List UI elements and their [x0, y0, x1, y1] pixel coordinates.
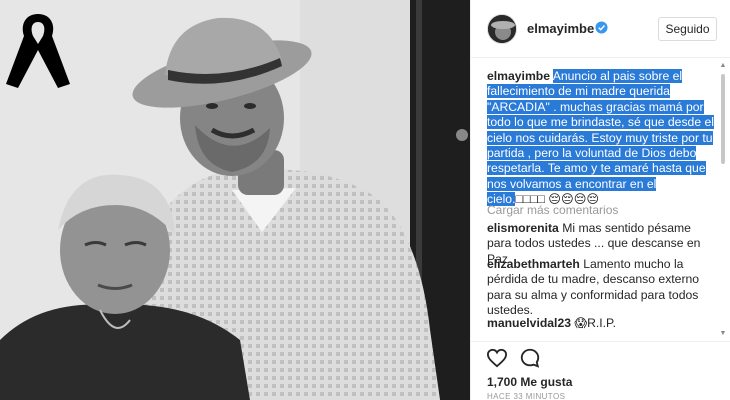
- post-header: elmayimbe Seguido: [471, 0, 730, 58]
- comments-section: elmayimbe Anuncio al pais sobre el falle…: [471, 58, 730, 341]
- scroll-up-arrow-icon[interactable]: ▲: [719, 62, 727, 70]
- comment-bubble-icon[interactable]: [519, 347, 541, 369]
- avatar[interactable]: [487, 14, 517, 44]
- comment-username[interactable]: elismorenita: [487, 221, 559, 235]
- likes-count[interactable]: 1,700 Me gusta: [487, 375, 572, 389]
- avatar-image: [488, 15, 516, 43]
- scroll-down-arrow-icon[interactable]: ▼: [719, 330, 727, 338]
- comment-item: elizabethmarteh Lamento mucho la pérdida…: [487, 257, 715, 319]
- heart-icon[interactable]: [486, 348, 508, 368]
- post-photo[interactable]: [0, 0, 470, 400]
- caption-text: Anuncio al pais sobre el fallecimiento d…: [487, 69, 714, 207]
- scrollbar-thumb[interactable]: [721, 74, 725, 164]
- comment-username[interactable]: manuelvidal23: [487, 316, 571, 330]
- header-username[interactable]: elmayimbe: [527, 21, 594, 36]
- verified-badge-icon: [595, 21, 608, 34]
- comments-scrollbar[interactable]: ▲ ▼: [719, 62, 727, 338]
- post-actions: 1,700 Me gusta HACE 33 MINUTOS: [471, 341, 730, 400]
- following-button[interactable]: Seguido: [658, 17, 717, 41]
- load-more-comments-link[interactable]: Cargar más comentarios: [487, 203, 618, 217]
- caption-username[interactable]: elmayimbe: [487, 69, 550, 83]
- comment-item: manuelvidal23 😱R.I.P.: [487, 316, 715, 331]
- post-side-panel: elmayimbe Seguido elmayimbe Anuncio al p…: [470, 0, 730, 400]
- post-caption: elmayimbe Anuncio al pais sobre el falle…: [487, 69, 717, 208]
- post-timestamp[interactable]: HACE 33 MINUTOS: [487, 392, 565, 400]
- mourning-ribbon-icon: [6, 14, 70, 88]
- comment-text: 😱R.I.P.: [574, 316, 616, 330]
- comment-username[interactable]: elizabethmarteh: [487, 257, 580, 271]
